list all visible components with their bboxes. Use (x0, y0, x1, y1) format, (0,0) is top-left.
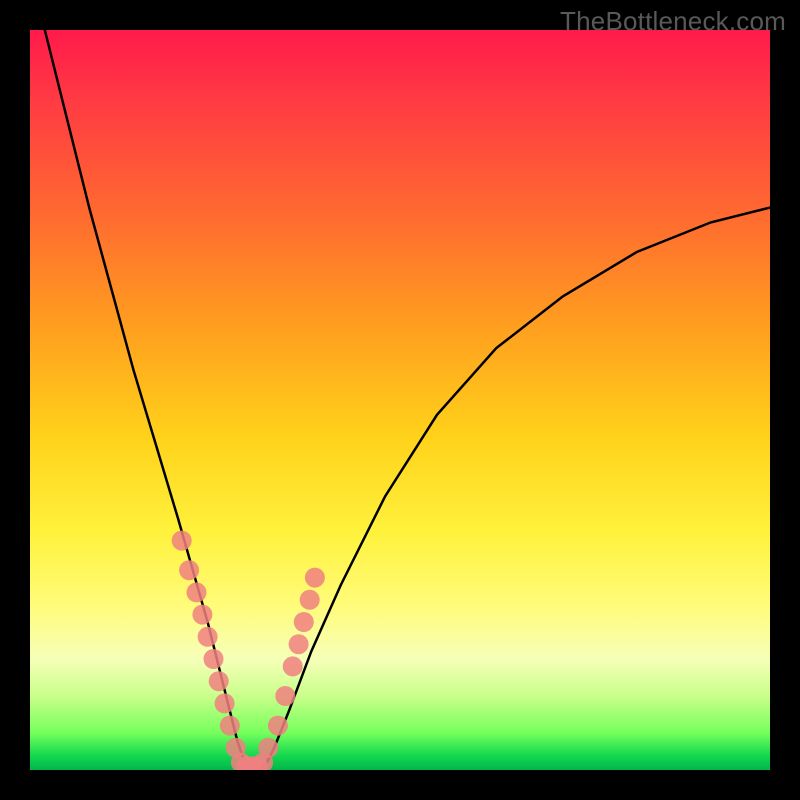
marker-point (198, 627, 218, 647)
marker-point (300, 590, 320, 610)
marker-point (220, 716, 240, 736)
marker-point (209, 671, 229, 691)
marker-point (187, 582, 207, 602)
chart-frame: TheBottleneck.com (0, 0, 800, 800)
marker-point (258, 738, 278, 758)
marker-point (289, 634, 309, 654)
marker-point (215, 693, 235, 713)
bottleneck-curve (45, 30, 770, 770)
marker-point (172, 531, 192, 551)
marker-group (172, 531, 325, 770)
plot-area (30, 30, 770, 770)
marker-point (275, 686, 295, 706)
marker-point (283, 656, 303, 676)
marker-point (268, 716, 288, 736)
marker-point (204, 649, 224, 669)
marker-point (305, 568, 325, 588)
marker-point (179, 560, 199, 580)
marker-point (294, 612, 314, 632)
chart-svg (30, 30, 770, 770)
marker-point (192, 605, 212, 625)
